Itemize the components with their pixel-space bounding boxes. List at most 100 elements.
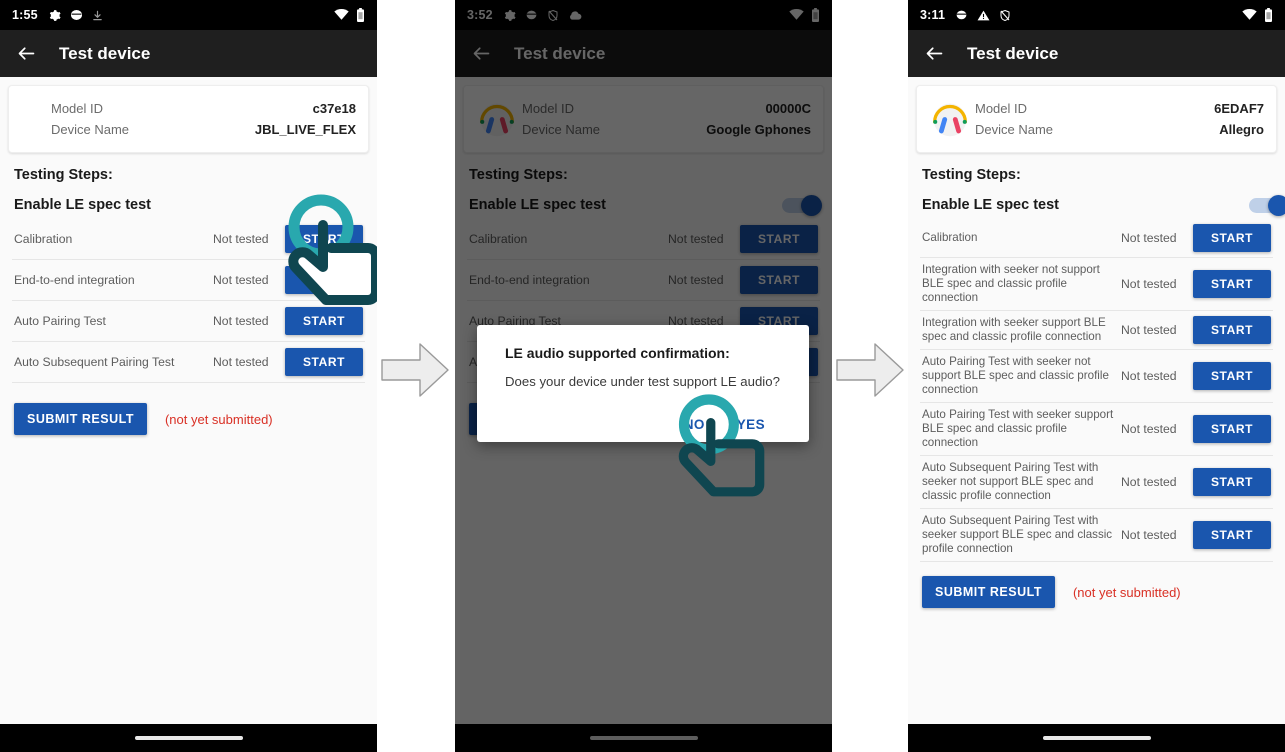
- test-name: Auto Subsequent Pairing Test: [14, 354, 175, 369]
- download-icon: [92, 9, 103, 22]
- dialog-actions: NO YES: [505, 417, 787, 432]
- model-id-value: c37e18: [312, 101, 356, 116]
- chat-bubble-icon: [955, 9, 968, 22]
- le-audio-confirmation-dialog: LE audio supported confirmation: Does yo…: [477, 325, 809, 442]
- test-status: Not tested: [1121, 475, 1177, 489]
- test-status: Not tested: [1121, 277, 1177, 291]
- test-name: Auto Pairing Test with seeker not suppor…: [922, 355, 1109, 396]
- gear-icon: [48, 9, 61, 22]
- device-name-row: Device Name JBL_LIVE_FLEX: [51, 119, 356, 140]
- dialog-yes-button[interactable]: YES: [737, 417, 765, 432]
- table-row: Integration with seeker support BLE spec…: [920, 311, 1273, 350]
- start-test-button[interactable]: START: [1193, 362, 1271, 390]
- test-status: Not tested: [1121, 422, 1177, 436]
- test-name: Calibration: [922, 231, 978, 244]
- table-row: End-to-end integration Not tested START: [12, 260, 365, 301]
- wifi-icon: [1242, 9, 1257, 21]
- dialog-message: Does your device under test support LE a…: [505, 374, 780, 389]
- submit-result-button[interactable]: SUBMIT RESULT: [922, 576, 1055, 608]
- table-row: Integration with seeker not support BLE …: [920, 258, 1273, 311]
- start-test-button[interactable]: START: [1193, 521, 1271, 549]
- enable-le-spec-row: Enable LE spec test: [14, 197, 363, 213]
- test-status: Not tested: [213, 355, 269, 369]
- submit-result-button[interactable]: SUBMIT RESULT: [14, 403, 147, 435]
- status-bar: 1:55: [0, 0, 377, 30]
- table-row: Auto Pairing Test Not tested START: [12, 301, 365, 342]
- test-name: Auto Subsequent Pairing Test with seeker…: [922, 514, 1113, 555]
- device-info-card: Model ID 6EDAF7 Device Name Allegro: [916, 85, 1277, 153]
- model-id-label: Model ID: [975, 101, 1028, 116]
- page-title: Test device: [59, 43, 151, 63]
- start-test-button[interactable]: START: [285, 348, 363, 376]
- enable-le-spec-label: Enable LE spec test: [14, 197, 151, 213]
- wifi-icon: [334, 9, 349, 21]
- submit-area: SUBMIT RESULT (not yet submitted): [14, 403, 363, 435]
- nav-home-pill[interactable]: [134, 736, 243, 740]
- phone-screen-initial: 1:55 Test device Model ID c37e18 Device …: [0, 0, 377, 752]
- system-nav-bar: [908, 724, 1285, 752]
- testing-steps-heading: Testing Steps:: [922, 167, 1021, 183]
- start-test-button[interactable]: START: [1193, 415, 1271, 443]
- phone-screen-expanded: 3:11 Test device Model ID 6EDAF7 Device …: [908, 0, 1285, 752]
- nav-home-pill[interactable]: [1042, 736, 1151, 740]
- start-test-button[interactable]: START: [1193, 468, 1271, 496]
- start-test-button[interactable]: START: [285, 225, 363, 253]
- warning-triangle-icon: [977, 9, 990, 22]
- test-name: Integration with seeker not support BLE …: [922, 263, 1100, 304]
- test-name: Auto Pairing Test with seeker support BL…: [922, 408, 1114, 449]
- table-row: Auto Subsequent Pairing Test Not tested ST…: [12, 342, 365, 383]
- back-arrow-icon[interactable]: [16, 43, 37, 64]
- dialog-no-button[interactable]: NO: [684, 417, 705, 432]
- test-status: Not tested: [1121, 528, 1177, 542]
- enable-le-spec-label: Enable LE spec test: [922, 197, 1059, 213]
- table-row: Auto Pairing Test with seeker not suppor…: [920, 350, 1273, 403]
- headphones-icon: [925, 96, 975, 142]
- submit-status-note: (not yet submitted): [1072, 584, 1181, 600]
- device-name-value: Allegro: [1219, 122, 1264, 137]
- model-id-value: 6EDAF7: [1214, 101, 1264, 116]
- table-row: Auto Subsequent Pairing Test with seeker…: [920, 456, 1273, 509]
- test-status: Not tested: [213, 314, 269, 328]
- start-test-button[interactable]: START: [285, 266, 363, 294]
- flow-arrow-2: [835, 334, 907, 411]
- start-test-button[interactable]: START: [285, 307, 363, 335]
- test-name: Auto Subsequent Pairing Test with seeker…: [922, 461, 1099, 502]
- status-bar: 3:11: [908, 0, 1285, 30]
- battery-icon: [1264, 8, 1273, 22]
- panel-content: Testing Steps: Enable LE spec test Calib…: [0, 167, 377, 435]
- table-row: Calibration Not tested START: [920, 219, 1273, 258]
- device-model-row: Model ID 6EDAF7: [975, 98, 1264, 119]
- table-row: Auto Subsequent Pairing Test with seeker…: [920, 509, 1273, 562]
- status-clock: 1:55: [12, 8, 38, 22]
- test-name: End-to-end integration: [14, 272, 135, 287]
- test-name: Integration with seeker support BLE spec…: [922, 316, 1106, 343]
- start-test-button[interactable]: START: [1193, 224, 1271, 252]
- submit-area: SUBMIT RESULT (not yet submitted): [922, 576, 1271, 608]
- test-status: Not tested: [213, 232, 269, 246]
- test-status: Not tested: [1121, 231, 1177, 245]
- chat-bubble-icon: [70, 9, 83, 22]
- app-bar: Test device: [0, 30, 377, 77]
- test-list: Calibration Not tested START Integration wi…: [920, 219, 1273, 562]
- flow-arrow-1: [380, 334, 452, 411]
- table-row: Calibration Not tested START: [12, 219, 365, 260]
- battery-icon: [356, 8, 365, 22]
- start-test-button[interactable]: START: [1193, 270, 1271, 298]
- enable-le-spec-toggle[interactable]: [1249, 194, 1285, 216]
- device-name-label: Device Name: [51, 122, 130, 137]
- device-name-row: Device Name Allegro: [975, 119, 1264, 140]
- start-test-button[interactable]: START: [1193, 316, 1271, 344]
- page-title: Test device: [967, 43, 1059, 63]
- test-status: Not tested: [1121, 369, 1177, 383]
- submit-status-note: (not yet submitted): [164, 411, 273, 427]
- back-arrow-icon[interactable]: [924, 43, 945, 64]
- device-model-row: Model ID c37e18: [51, 98, 356, 119]
- device-name-label: Device Name: [975, 122, 1054, 137]
- system-nav-bar: [0, 724, 377, 752]
- enable-le-spec-row: Enable LE spec test: [922, 194, 1285, 216]
- panel-content: Testing Steps: Enable LE spec test Calib…: [908, 167, 1285, 608]
- phone-screen-dialog: 3:52: [455, 0, 832, 752]
- shield-off-icon: [999, 9, 1011, 22]
- device-info-card: Model ID c37e18 Device Name JBL_LIVE_FLE…: [8, 85, 369, 153]
- table-row: Auto Pairing Test with seeker support BL…: [920, 403, 1273, 456]
